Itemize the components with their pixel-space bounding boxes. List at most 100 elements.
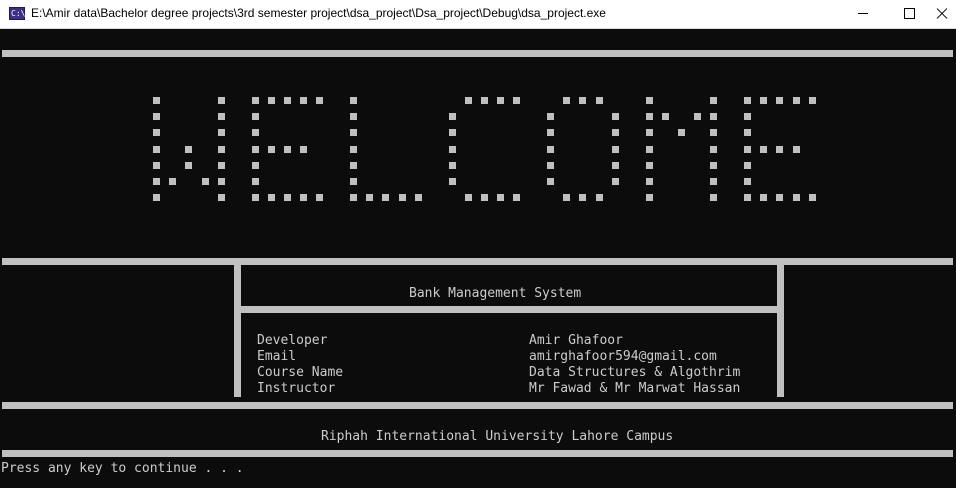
banner-pixel <box>415 194 422 201</box>
banner-pixel <box>547 146 554 153</box>
banner-pixel <box>252 146 259 153</box>
banner-pixel <box>350 129 357 136</box>
banner-pixel <box>612 178 619 185</box>
banner-pixel <box>710 178 717 185</box>
banner-pixel <box>646 162 653 169</box>
banner-pixel <box>710 113 717 120</box>
banner-pixel <box>449 162 456 169</box>
box-right-border <box>777 265 784 397</box>
console-app-icon: C:\ <box>9 7 25 20</box>
info-label-email: Email <box>257 349 297 364</box>
banner-pixel <box>284 146 291 153</box>
console-app-icon-label: C:\ <box>11 9 26 18</box>
banner-pixel <box>662 113 669 120</box>
banner-pixel <box>710 97 717 104</box>
minimize-button[interactable] <box>841 0 887 28</box>
banner-bottom-divider <box>2 258 953 265</box>
banner-pixel <box>350 178 357 185</box>
banner-pixel <box>776 146 783 153</box>
banner-pixel <box>710 129 717 136</box>
banner-pixel <box>153 97 160 104</box>
banner-pixel <box>612 146 619 153</box>
banner-pixel <box>710 162 717 169</box>
banner-pixel <box>646 194 653 201</box>
banner-pixel <box>646 146 653 153</box>
info-label-developer: Developer <box>257 333 328 348</box>
info-value-instructor: Mr Fawad & Mr Marwat Hassan <box>529 381 741 396</box>
banner-pixel <box>612 129 619 136</box>
banner-pixel <box>218 178 225 185</box>
banner-pixel <box>284 97 291 104</box>
footer-divider <box>2 450 953 457</box>
banner-pixel <box>809 194 816 201</box>
info-value-email: amirghafoor594@gmail.com <box>529 349 717 364</box>
info-value-course: Data Structures & Algothrim <box>529 365 741 380</box>
banner-pixel <box>218 97 225 104</box>
banner-pixel <box>497 97 504 104</box>
banner-pixel <box>218 129 225 136</box>
banner-pixel <box>252 194 259 201</box>
banner-pixel <box>252 162 259 169</box>
banner-pixel <box>153 194 160 201</box>
banner-pixel <box>760 194 767 201</box>
banner-pixel <box>350 113 357 120</box>
banner-pixel <box>547 178 554 185</box>
banner-pixel <box>694 113 701 120</box>
console-output[interactable]: WELCOME Bank Management System Developer… <box>0 29 956 488</box>
banner-pixel <box>252 129 259 136</box>
info-label-instructor: Instructor <box>257 381 336 396</box>
banner-pixel <box>547 129 554 136</box>
banner-pixel <box>382 194 389 201</box>
banner-pixel <box>481 194 488 201</box>
banner-pixel <box>563 194 570 201</box>
banner-pixel <box>169 178 176 185</box>
banner-pixel <box>793 194 800 201</box>
banner-pixel <box>596 97 603 104</box>
banner-pixel <box>153 178 160 185</box>
title-divider <box>241 306 777 313</box>
close-button[interactable] <box>933 0 956 28</box>
info-value-developer: Amir Ghafoor <box>529 333 623 348</box>
banner-pixel <box>465 97 472 104</box>
system-title: Bank Management System <box>409 286 582 301</box>
banner-pixel <box>350 146 357 153</box>
banner-pixel <box>744 129 751 136</box>
banner-pixel <box>316 97 323 104</box>
banner-pixel <box>776 194 783 201</box>
banner-pixel <box>465 194 472 201</box>
banner-pixel <box>350 162 357 169</box>
banner-pixel <box>316 194 323 201</box>
title-bar[interactable]: C:\ E:\Amir data\Bachelor degree project… <box>0 0 956 29</box>
banner-pixel <box>793 146 800 153</box>
banner-pixel <box>793 97 800 104</box>
banner-pixel <box>399 194 406 201</box>
banner-pixel <box>563 97 570 104</box>
banner-pixel <box>744 178 751 185</box>
banner-pixel <box>744 113 751 120</box>
maximize-button[interactable] <box>887 0 933 28</box>
banner-pixel <box>547 113 554 120</box>
welcome-banner <box>0 29 956 259</box>
banner-pixel <box>646 178 653 185</box>
banner-pixel <box>252 113 259 120</box>
banner-pixel <box>776 97 783 104</box>
banner-pixel <box>300 194 307 201</box>
banner-pixel <box>678 129 685 136</box>
banner-pixel <box>153 162 160 169</box>
banner-pixel <box>153 113 160 120</box>
banner-pixel <box>646 97 653 104</box>
banner-pixel <box>350 97 357 104</box>
banner-pixel <box>268 97 275 104</box>
banner-pixel <box>497 194 504 201</box>
banner-pixel <box>449 178 456 185</box>
banner-pixel <box>350 194 357 201</box>
info-bottom-divider <box>2 402 953 409</box>
banner-pixel <box>744 97 751 104</box>
banner-pixel <box>252 178 259 185</box>
banner-pixel <box>268 146 275 153</box>
banner-pixel <box>185 162 192 169</box>
banner-pixel <box>252 97 259 104</box>
banner-pixel <box>481 97 488 104</box>
banner-pixel <box>218 162 225 169</box>
banner-pixel <box>218 113 225 120</box>
